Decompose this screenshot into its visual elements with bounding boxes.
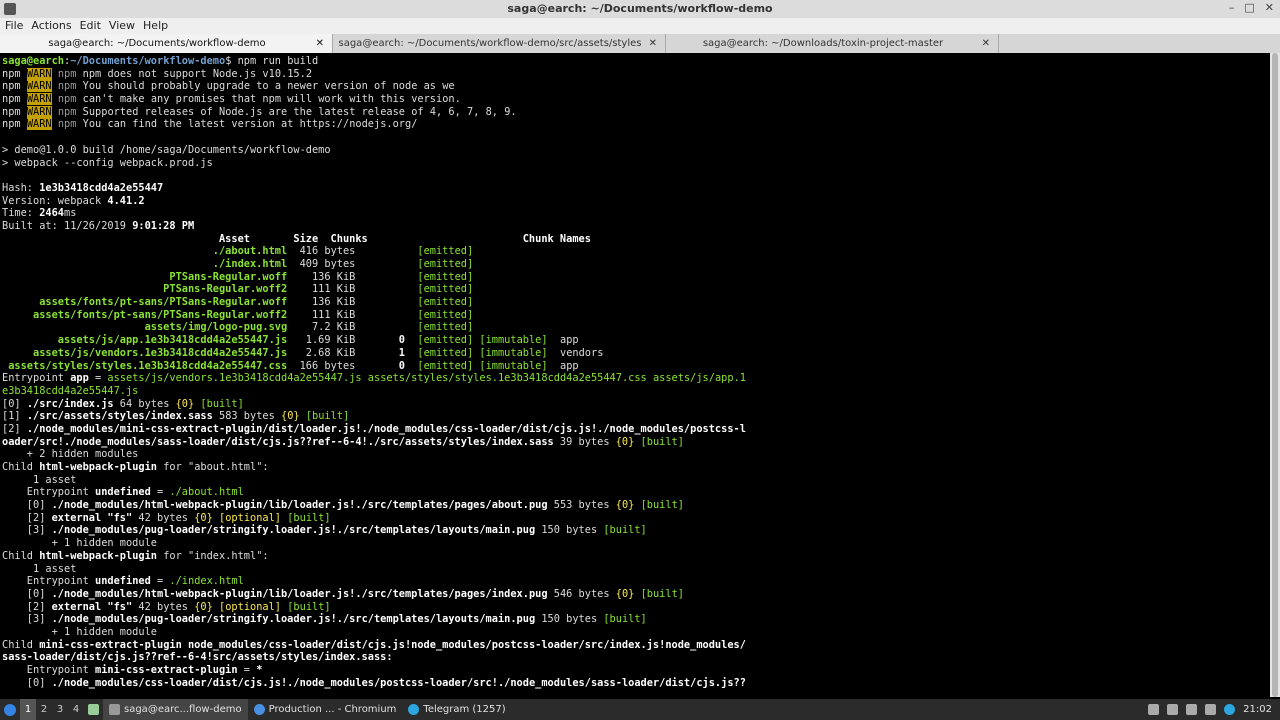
entrypoint-line-cont: e3b3418cdd4a2e55447.js [2, 384, 139, 397]
entrypoint-line: Entrypoint undefined = ./index.html [2, 575, 244, 588]
script-line: > demo@1.0.0 build /home/saga/Documents/… [2, 143, 331, 156]
module-line-cont: oader/src!./node_modules/sass-loader/dis… [2, 435, 684, 448]
telegram-tray-icon[interactable] [1224, 704, 1236, 715]
chromium-icon [253, 704, 265, 715]
tab-label: saga@earch: ~/Documents/workflow-demo/sr… [338, 38, 642, 49]
window-title: saga@earch: ~/Documents/workflow-demo [507, 2, 773, 15]
built-at-line: Built at: 11/26/2019 9:01:28 PM [2, 219, 195, 232]
hash-line: Hash: 1e3b3418cdd4a2e55447 [2, 181, 164, 194]
child-line: Child mini-css-extract-plugin node_modul… [2, 638, 746, 651]
hidden-modules-line: + 1 hidden module [2, 625, 157, 638]
menu-edit[interactable]: Edit [80, 18, 101, 34]
prompt-line: saga@earch:~/Documents/workflow-demo$ np… [2, 55, 319, 67]
taskbar: 1 2 3 4 saga@earc...flow-demo Production… [0, 699, 1280, 720]
start-menu-icon [4, 703, 16, 716]
telegram-icon [408, 704, 420, 715]
warn-line: npm WARN npm You should probably upgrade… [2, 80, 455, 93]
asset-row: ./index.html 409 bytes [emitted] [2, 258, 474, 270]
scrollbar-thumb[interactable] [1272, 53, 1278, 697]
module-line: [2] external "fs" 42 bytes {0} [optional… [2, 600, 331, 613]
tab-label: saga@earch: ~/Downloads/toxin-project-ma… [702, 38, 944, 49]
menu-actions[interactable]: Actions [31, 18, 71, 34]
module-line: [0] ./src/index.js 64 bytes {0} [built] [2, 397, 244, 410]
volume-icon[interactable] [1167, 704, 1179, 715]
module-line: [2] external "fs" 42 bytes {0} [optional… [2, 511, 331, 524]
clipboard-icon[interactable] [1148, 704, 1160, 715]
asset-row: assets/img/logo-pug.svg 7.2 KiB [emitted… [2, 321, 474, 334]
module-line: [0] ./node_modules/css-loader/dist/cjs.j… [2, 676, 746, 689]
clock[interactable]: 21:02 [1243, 704, 1272, 715]
asset-row: PTSans-Regular.woff2 111 KiB [emitted] [2, 283, 474, 296]
warn-line: npm WARN npm You can find the latest ver… [2, 118, 418, 131]
asset-table: ./about.html 416 bytes [emitted] ./index… [2, 245, 1270, 372]
menubar: File Actions Edit View Help [0, 18, 1280, 34]
asset-table-header: Asset Size Chunks Chunk Names [2, 232, 591, 245]
module-line: [2] ./node_modules/mini-css-extract-plug… [2, 422, 746, 435]
hidden-modules-line: + 2 hidden modules [2, 448, 139, 461]
entrypoint-line: Entrypoint mini-css-extract-plugin = * [2, 664, 263, 676]
network-icon[interactable] [1186, 704, 1198, 715]
menu-file[interactable]: File [5, 18, 23, 34]
asset-count-line: 1 asset [2, 562, 77, 575]
tab-styles[interactable]: saga@earch: ~/Documents/workflow-demo/sr… [333, 34, 666, 53]
asset-row: ./about.html 416 bytes [emitted] [2, 245, 474, 258]
tab-bar: saga@earch: ~/Documents/workflow-demo ✕ … [0, 34, 1280, 53]
taskbar-item-terminal[interactable]: saga@earc...flow-demo [103, 699, 248, 720]
file-manager-icon [88, 704, 99, 715]
hidden-modules-line: + 1 hidden module [2, 537, 157, 550]
module-line: [0] ./node_modules/html-webpack-plugin/l… [2, 499, 684, 512]
workspace-1[interactable]: 1 [20, 699, 36, 720]
asset-row: assets/fonts/pt-sans/PTSans-Regular.woff… [2, 296, 474, 309]
module-line: [3] ./node_modules/pug-loader/stringify.… [2, 524, 647, 537]
terminal-output[interactable]: saga@earch:~/Documents/workflow-demo$ np… [0, 53, 1270, 697]
asset-row: assets/js/vendors.1e3b3418cdd4a2e55447.j… [2, 346, 604, 359]
warn-line: npm WARN npm Supported releases of Node.… [2, 105, 517, 118]
tab-close-icon[interactable]: ✕ [316, 34, 324, 53]
tab-workflow-demo[interactable]: saga@earch: ~/Documents/workflow-demo ✕ [0, 34, 333, 53]
module-line: [0] ./node_modules/html-webpack-plugin/l… [2, 587, 684, 600]
maximize-button[interactable]: □ [1244, 1, 1254, 14]
module-line: [3] ./node_modules/pug-loader/stringify.… [2, 613, 647, 626]
workspace-3[interactable]: 3 [52, 699, 68, 720]
tab-label: saga@earch: ~/Documents/workflow-demo [48, 38, 266, 49]
time-line: Time: 2464ms [2, 207, 77, 220]
script-line: > webpack --config webpack.prod.js [2, 156, 213, 169]
workspace-4[interactable]: 4 [68, 699, 84, 720]
warn-line: npm WARN npm npm does not support Node.j… [2, 67, 313, 80]
system-tray: 21:02 [1148, 704, 1280, 715]
version-line: Version: webpack 4.41.2 [2, 194, 145, 207]
file-manager-launcher[interactable] [84, 699, 103, 720]
child-line: Child html-webpack-plugin for "index.htm… [2, 549, 269, 562]
asset-row: assets/styles/styles.1e3b3418cdd4a2e5544… [2, 359, 579, 372]
child-line: Child html-webpack-plugin for "about.htm… [2, 461, 269, 473]
menu-help[interactable]: Help [143, 18, 168, 34]
child-line-cont: sass-loader/dist/cjs.js??ref--6-4!src/as… [2, 651, 393, 664]
workspace-2[interactable]: 2 [36, 699, 52, 720]
terminal-scrollbar[interactable] [1270, 53, 1280, 697]
terminal-icon [109, 704, 120, 715]
taskbar-item-telegram[interactable]: Telegram (1257) [402, 699, 511, 720]
window-titlebar: saga@earch: ~/Documents/workflow-demo – … [0, 0, 1280, 18]
entrypoint-line: Entrypoint app = assets/js/vendors.1e3b3… [2, 372, 746, 385]
taskbar-item-chromium[interactable]: Production ... - Chromium [248, 699, 403, 720]
tab-close-icon[interactable]: ✕ [982, 34, 990, 53]
asset-row: PTSans-Regular.woff 136 KiB [emitted] [2, 270, 474, 283]
entrypoint-line: Entrypoint undefined = ./about.html [2, 486, 244, 499]
menu-view[interactable]: View [109, 18, 135, 34]
bluetooth-icon[interactable] [1205, 704, 1217, 715]
start-menu-button[interactable] [0, 699, 20, 720]
asset-count-line: 1 asset [2, 473, 77, 486]
module-line: [1] ./src/assets/styles/index.sass 583 b… [2, 410, 350, 423]
minimize-button[interactable]: – [1229, 1, 1235, 14]
asset-row: assets/js/app.1e3b3418cdd4a2e55447.js 1.… [2, 334, 579, 347]
asset-row: assets/fonts/pt-sans/PTSans-Regular.woff… [2, 308, 474, 321]
tab-close-icon[interactable]: ✕ [649, 34, 657, 53]
close-window-button[interactable]: ✕ [1265, 1, 1274, 14]
warn-line: npm WARN npm can't make any promises tha… [2, 93, 461, 106]
tab-toxin-project[interactable]: saga@earch: ~/Downloads/toxin-project-ma… [666, 34, 999, 53]
